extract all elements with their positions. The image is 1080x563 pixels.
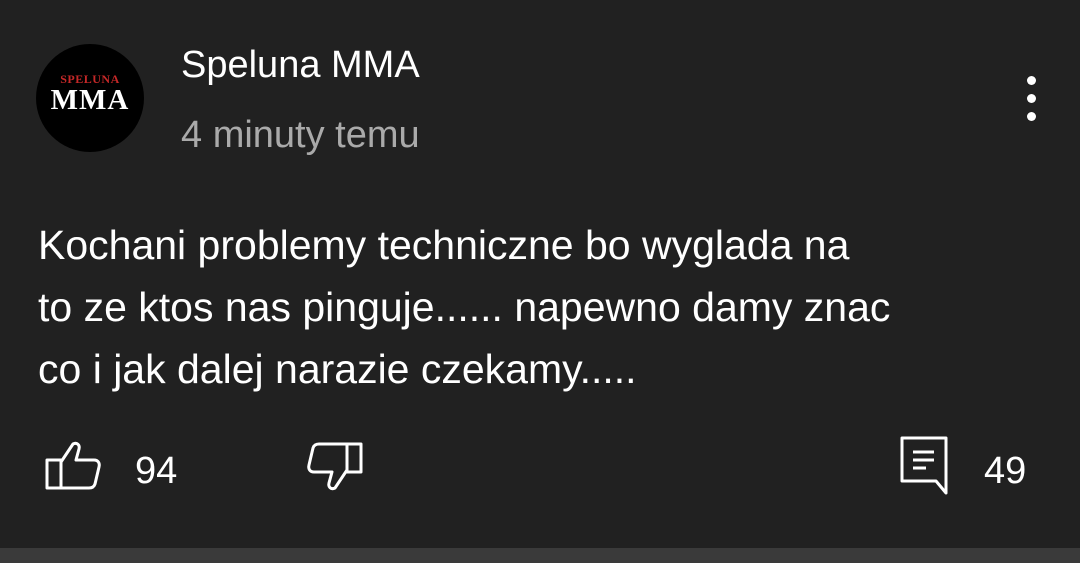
next-post-divider <box>0 548 1080 563</box>
thumbs-down-icon <box>307 442 363 491</box>
post-timestamp[interactable]: 4 minuty temu <box>181 114 420 157</box>
more-vertical-icon <box>1027 94 1036 103</box>
dislike-button[interactable] <box>306 440 364 492</box>
avatar-logo-text: MMA <box>50 84 130 116</box>
like-button[interactable] <box>44 440 102 492</box>
comments-button[interactable] <box>898 434 952 496</box>
comment-count: 49 <box>984 450 1027 492</box>
channel-avatar[interactable]: SPELUNA MMA <box>36 44 144 152</box>
post-text: Kochani problemy techniczne bo wyglada n… <box>38 222 891 392</box>
channel-name[interactable]: Speluna MMA <box>181 44 420 87</box>
more-options-button[interactable] <box>1010 70 1054 126</box>
thumbs-up-icon <box>45 441 101 490</box>
more-vertical-icon <box>1027 112 1036 121</box>
comment-icon <box>900 436 948 495</box>
community-post: SPELUNA MMA Speluna MMA 4 minuty temu Ko… <box>0 0 1080 548</box>
like-count: 94 <box>135 450 178 492</box>
more-vertical-icon <box>1027 76 1036 85</box>
